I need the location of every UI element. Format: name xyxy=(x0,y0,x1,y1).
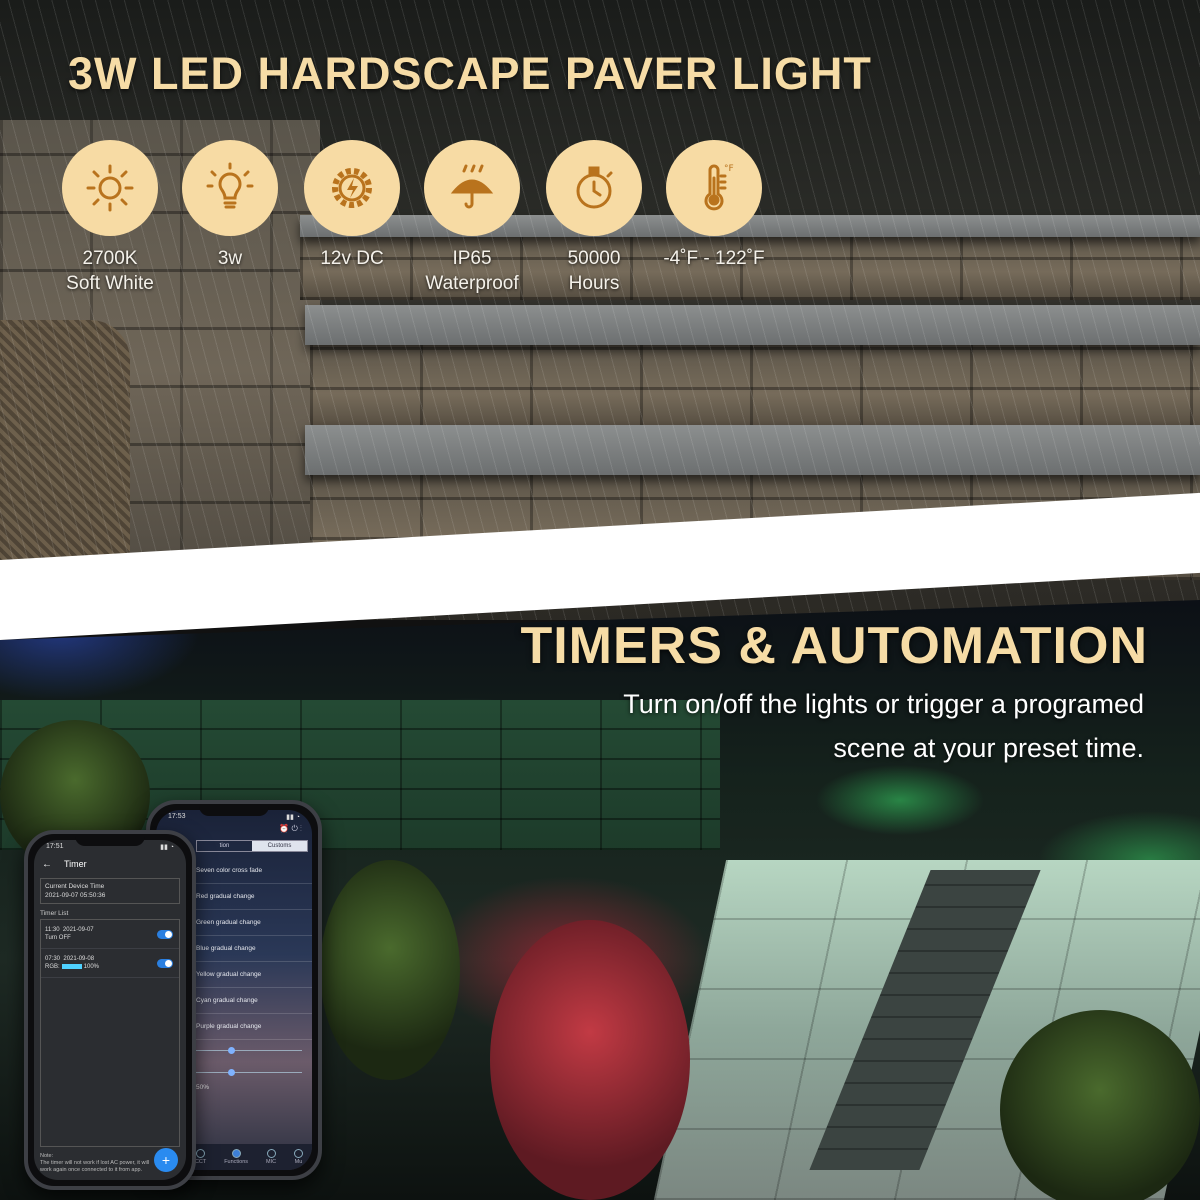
nav-functions[interactable]: Functions xyxy=(224,1149,248,1165)
nav-music[interactable]: Mu xyxy=(293,1149,303,1165)
section-title: TIMERS & AUTOMATION xyxy=(520,617,1148,675)
add-timer-button[interactable]: + xyxy=(154,1148,178,1172)
red-lit-shrub xyxy=(490,920,690,1200)
shrub xyxy=(320,860,460,1080)
feature-color-temp: 2700K Soft White xyxy=(40,140,180,296)
mode-tabs: tion Customs xyxy=(196,840,308,852)
timer-note: Note: The timer will not work if lost AC… xyxy=(40,1153,150,1173)
phone-notch xyxy=(75,834,145,846)
phone-screen: 17:51 ▮▮ ◔ ← Timer Current Device Time 2… xyxy=(34,840,186,1180)
status-time: 17:51 xyxy=(46,843,64,850)
timer-date: 2021-09-08 xyxy=(63,956,95,962)
current-time-label: Current Device Time xyxy=(45,883,105,890)
stopwatch-icon xyxy=(546,140,642,236)
feature-label: IP65 Waterproof xyxy=(425,248,519,294)
nav-cct[interactable]: CCT xyxy=(195,1149,206,1165)
timer-time: 07:30 xyxy=(45,956,61,962)
feature-label: 3w xyxy=(217,248,243,269)
slider-knob[interactable] xyxy=(227,1047,235,1054)
rgb-color-swatch xyxy=(61,963,82,969)
timer-toggle[interactable] xyxy=(157,959,173,968)
shrub xyxy=(1000,1010,1200,1200)
timer-list-label: Timer List xyxy=(40,910,69,917)
cct-icon xyxy=(196,1149,206,1158)
sun-icon xyxy=(62,140,158,236)
bulb-icon xyxy=(182,140,278,236)
timer-list: 11:30 2021-09-07 Turn OFF 07:30 2021-09-… xyxy=(40,919,180,1147)
feature-label: -4˚F - 122˚F xyxy=(663,248,765,269)
mic-icon xyxy=(266,1149,276,1158)
timer-header: ← Timer xyxy=(34,854,186,874)
thermometer-icon: °F xyxy=(666,140,762,236)
feature-wattage: 3w xyxy=(160,140,300,271)
timer-toggle[interactable] xyxy=(157,930,173,939)
timer-date: 2021-09-07 xyxy=(62,927,94,933)
table-row[interactable]: 11:30 2021-09-07 Turn OFF xyxy=(41,920,179,949)
status-icons: ▮▮ ◔ xyxy=(286,814,300,821)
current-time-box: Current Device Time 2021-09-07 05:50:36 xyxy=(40,878,180,904)
feature-lifespan: 50000 Hours xyxy=(524,140,664,296)
feature-voltage: 12v DC xyxy=(282,140,422,271)
functions-icon xyxy=(231,1149,241,1158)
nav-label: Mu xyxy=(294,1159,303,1165)
feature-label: 50000 Hours xyxy=(567,248,621,294)
feature-waterproof: IP65 Waterproof xyxy=(402,140,542,296)
page-title: Timer xyxy=(64,859,87,869)
status-time: 17:53 xyxy=(168,813,186,820)
tab-functions[interactable]: tion xyxy=(197,841,252,851)
nav-label: CCT xyxy=(194,1159,207,1165)
power-gear-icon xyxy=(304,140,400,236)
music-icon xyxy=(293,1149,303,1158)
table-row[interactable]: 07:30 2021-09-08 RGB: 100% xyxy=(41,949,179,978)
slider-knob[interactable] xyxy=(227,1069,235,1076)
back-arrow-icon[interactable]: ← xyxy=(42,859,52,870)
timer-brightness: 100% xyxy=(83,964,100,970)
section-subtitle: Turn on/off the lights or trigger a prog… xyxy=(623,682,1144,770)
nav-label: MIC xyxy=(265,1159,277,1165)
nav-mic[interactable]: MIC xyxy=(266,1149,276,1165)
timer-action: Turn OFF xyxy=(45,935,71,941)
timer-time: 11:30 xyxy=(45,927,60,933)
nav-label: Functions xyxy=(224,1159,249,1165)
feature-temperature: °F -4˚F - 122˚F xyxy=(644,140,784,271)
phone-notch xyxy=(199,804,269,816)
feature-label: 2700K Soft White xyxy=(66,248,154,294)
current-time-value: 2021-09-07 05:50:36 xyxy=(45,892,106,899)
phone-timer: 17:51 ▮▮ ◔ ← Timer Current Device Time 2… xyxy=(24,830,196,1190)
umbrella-rain-icon xyxy=(424,140,520,236)
svg-text:°F: °F xyxy=(724,164,734,174)
tab-customs[interactable]: Customs xyxy=(252,841,307,851)
status-icons: ▮▮ ◔ xyxy=(160,844,174,851)
feature-label: 12v DC xyxy=(320,248,384,269)
product-title: 3W LED HARDSCAPE PAVER LIGHT xyxy=(68,48,872,99)
timer-action: RGB: xyxy=(45,964,60,970)
speed-slider[interactable] xyxy=(196,1040,302,1062)
subtitle-line: scene at your preset time. xyxy=(833,733,1144,763)
brightness-slider[interactable] xyxy=(196,1062,302,1084)
subtitle-line: Turn on/off the lights or trigger a prog… xyxy=(623,689,1144,719)
